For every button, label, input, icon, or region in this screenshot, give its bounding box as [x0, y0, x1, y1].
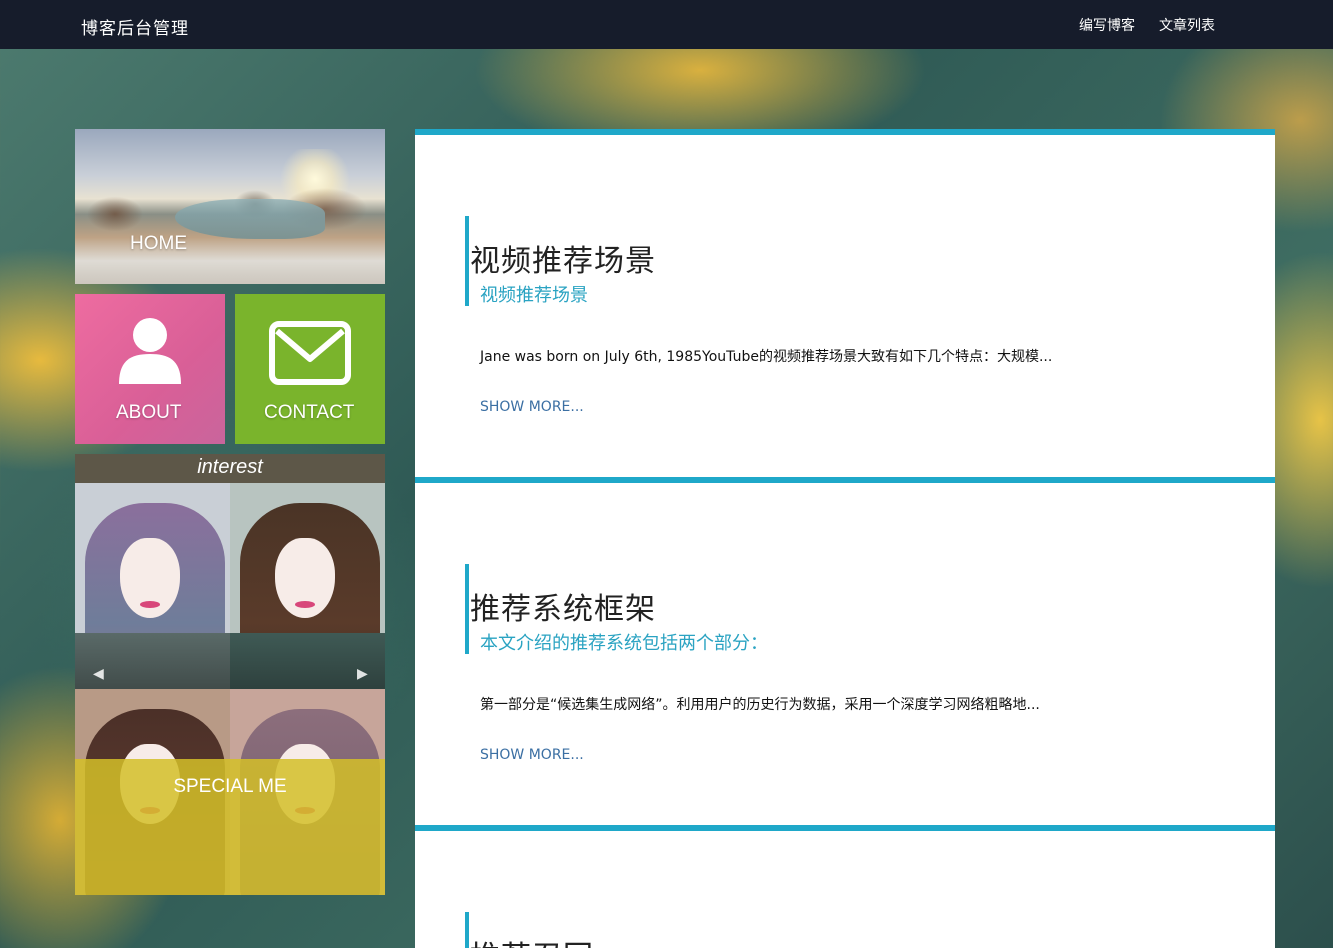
show-more-link[interactable]: SHOW MORE...: [480, 399, 584, 415]
show-more-link[interactable]: SHOW MORE...: [480, 747, 584, 763]
photo-2: [230, 483, 385, 689]
post-title[interactable]: 推荐系统框架: [470, 584, 656, 628]
photo-1: [75, 483, 230, 689]
post-title[interactable]: 视频推荐场景: [470, 236, 656, 280]
nav-link-article-list[interactable]: 文章列表: [1159, 15, 1215, 35]
top-navbar: 博客后台管理 编写博客 文章列表: [0, 0, 1333, 49]
nav-links: 编写博客 文章列表: [1079, 15, 1215, 35]
contact-label: CONTACT: [264, 402, 355, 423]
chevron-left-icon[interactable]: ◀: [93, 666, 104, 682]
envelope-icon: [269, 321, 351, 385]
post-accent-bar: [465, 564, 469, 654]
post-accent-bar: [465, 216, 469, 306]
post-card: 视频推荐场景 视频推荐场景 Jane was born on July 6th,…: [415, 129, 1275, 478]
post-subtitle: 本文介绍的推荐系统包括两个部分：: [480, 633, 768, 654]
post-accent-bar: [465, 912, 469, 948]
contact-tile[interactable]: CONTACT: [235, 294, 385, 444]
post-excerpt: 第一部分是“候选集生成网络”。利用用户的历史行为数据，采用一个深度学习网络粗略地…: [480, 697, 1040, 713]
post-title[interactable]: 推荐召回: [470, 932, 594, 948]
interest-title: interest: [197, 456, 263, 478]
interest-tile[interactable]: interest ◀ ▶ SPECIAL ME: [75, 454, 385, 895]
about-label: ABOUT: [116, 402, 182, 423]
home-label: HOME: [130, 233, 187, 254]
brand-title[interactable]: 博客后台管理: [81, 14, 189, 39]
post-excerpt: Jane was born on July 6th, 1985YouTube的视…: [480, 349, 1053, 365]
home-tile[interactable]: HOME: [75, 129, 385, 284]
post-card: 推荐召回: [415, 825, 1275, 948]
about-tile[interactable]: ABOUT: [75, 294, 225, 444]
nav-link-write-blog[interactable]: 编写博客: [1079, 15, 1135, 35]
special-label: SPECIAL ME: [173, 776, 287, 797]
post-card: 推荐系统框架 本文介绍的推荐系统包括两个部分： 第一部分是“候选集生成网络”。利…: [415, 477, 1275, 826]
user-icon: [119, 318, 181, 384]
photo-1-lips: [140, 601, 160, 608]
post-subtitle: 视频推荐场景: [480, 285, 588, 306]
photo-2-lips: [295, 601, 315, 608]
chevron-right-icon[interactable]: ▶: [357, 666, 368, 682]
